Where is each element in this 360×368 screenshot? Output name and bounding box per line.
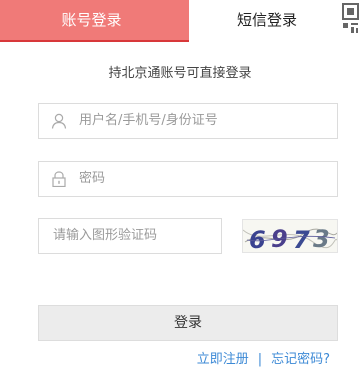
captcha-input[interactable]: 请输入图形验证码 xyxy=(38,218,222,254)
captcha-image[interactable]: 6 9 7 3 xyxy=(242,219,338,253)
password-placeholder: 密码 xyxy=(79,171,106,186)
active-tab-underline xyxy=(0,40,189,42)
forgot-password-link[interactable]: 忘记密码? xyxy=(271,352,330,367)
lock-icon xyxy=(52,171,66,187)
login-hint: 持北京通账号可直接登录 xyxy=(108,66,252,81)
captcha-placeholder: 请输入图形验证码 xyxy=(53,228,158,243)
user-icon xyxy=(51,113,67,129)
username-placeholder: 用户名/手机号/身份证号 xyxy=(79,113,218,128)
login-tab-bar: 账号登录 短信登录 xyxy=(0,0,360,42)
captcha-char-4: 3 xyxy=(313,225,330,253)
password-field[interactable]: 密码 xyxy=(38,161,338,197)
footer-links: 立即注册 | 忘记密码? xyxy=(0,348,330,367)
link-separator: | xyxy=(257,352,263,367)
qr-code-icon[interactable] xyxy=(341,2,360,36)
tab-sms-login[interactable]: 短信登录 xyxy=(189,0,339,42)
tab-account-login[interactable]: 账号登录 xyxy=(0,0,189,42)
login-button[interactable]: 登录 xyxy=(38,305,338,341)
register-link[interactable]: 立即注册 xyxy=(197,352,249,367)
captcha-char-1: 6 xyxy=(249,226,266,253)
username-field[interactable]: 用户名/手机号/身份证号 xyxy=(38,103,338,139)
captcha-char-3: 7 xyxy=(293,226,310,253)
